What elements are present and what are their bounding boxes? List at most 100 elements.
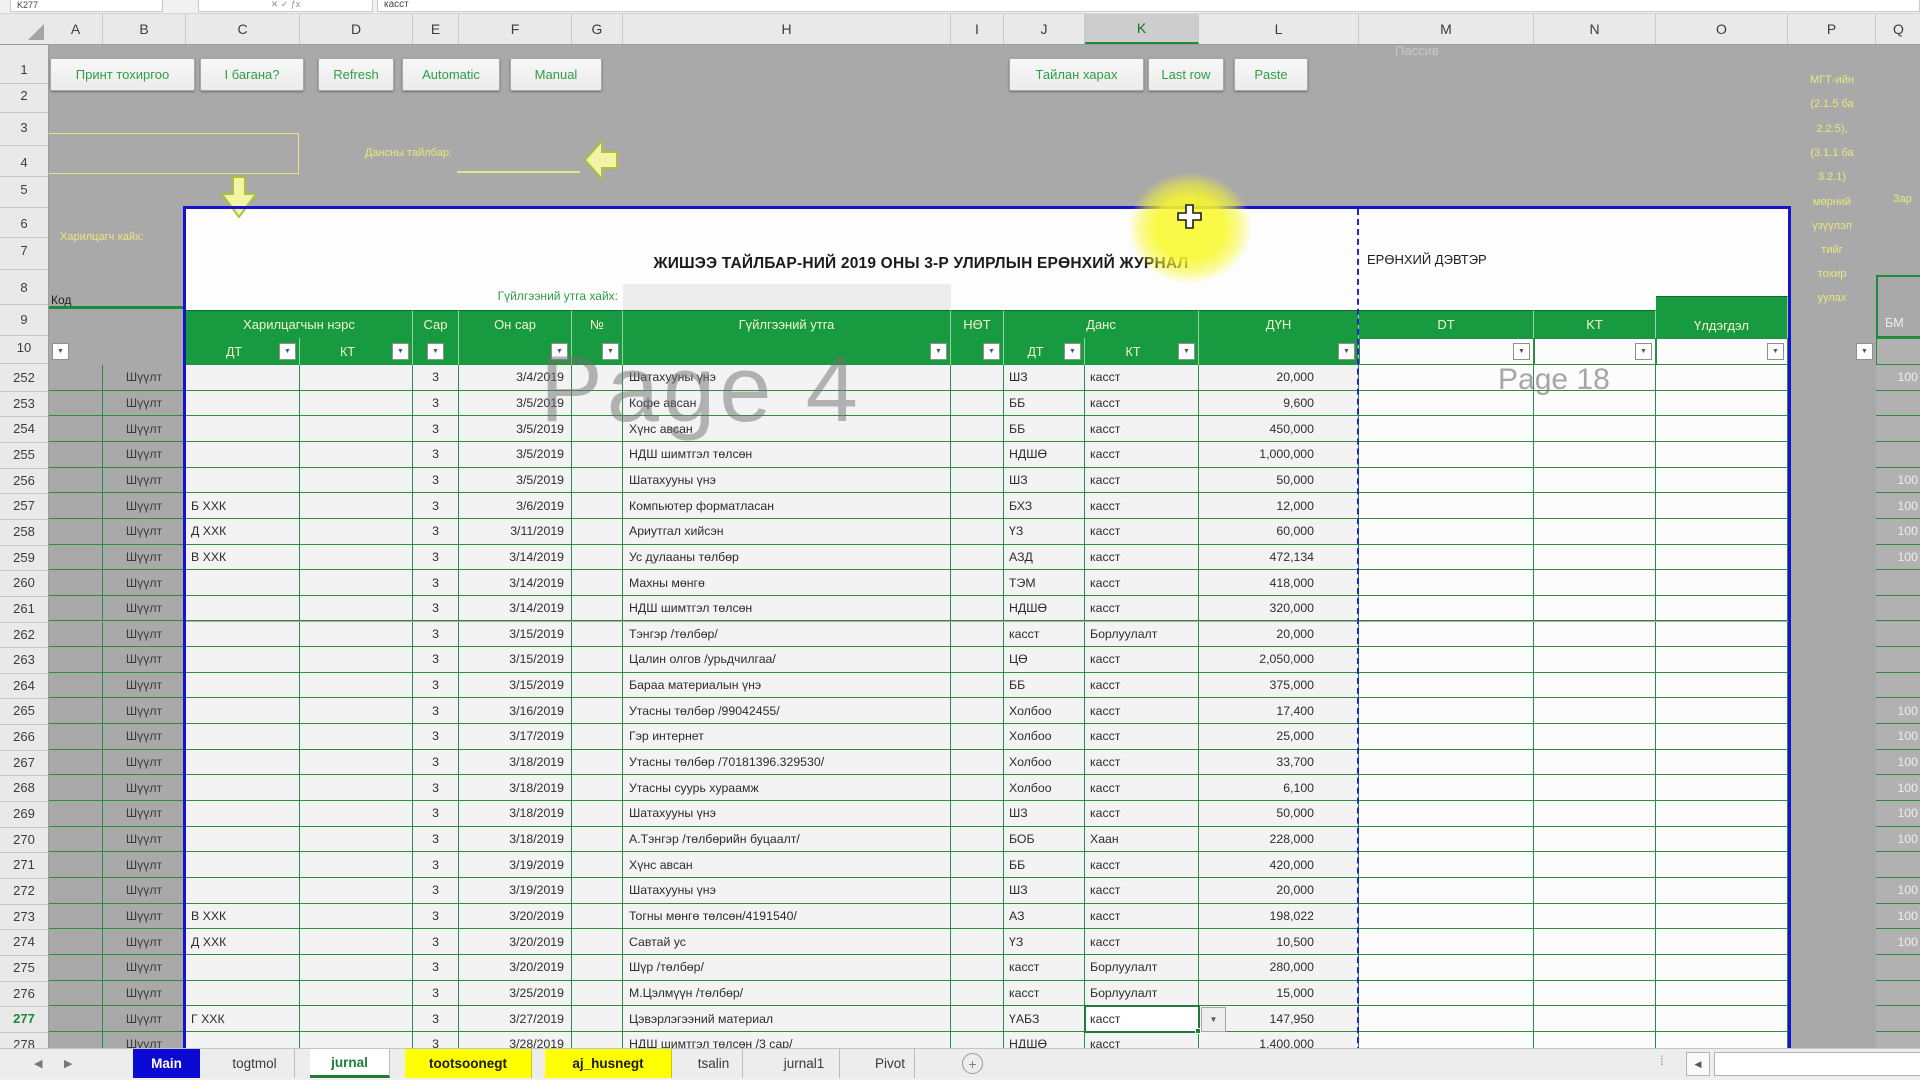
cell-B276[interactable]: Шүүлт <box>103 981 186 1007</box>
row-header-269[interactable]: 269 <box>0 806 48 821</box>
cell-D276[interactable] <box>300 981 413 1007</box>
cell-I258[interactable] <box>951 519 1004 545</box>
cell-O264[interactable] <box>1656 673 1788 699</box>
cell-A277[interactable] <box>49 1006 103 1032</box>
table-header-4[interactable]: № <box>572 310 623 338</box>
cell-B269[interactable]: Шүүлт <box>103 801 186 827</box>
cell-A256[interactable] <box>49 468 103 494</box>
cell-F270[interactable]: 3/18/2019 <box>459 827 572 853</box>
cell-C265[interactable] <box>186 698 300 724</box>
filter-dropdown-F[interactable]: ▼ <box>551 343 568 360</box>
cell-I274[interactable] <box>951 929 1004 955</box>
cell-B278[interactable]: Шүүлт <box>103 1032 186 1048</box>
cell-H271[interactable]: Хүнс авсан <box>623 852 951 878</box>
cell-Q276[interactable] <box>1876 981 1920 1007</box>
cell-B259[interactable]: Шүүлт <box>103 545 186 571</box>
row-header-266[interactable]: 266 <box>0 729 48 744</box>
cell-L259[interactable]: 472,134 <box>1199 545 1359 571</box>
cell-B263[interactable]: Шүүлт <box>103 647 186 673</box>
cell-N261[interactable] <box>1534 596 1656 622</box>
cell-C266[interactable] <box>186 724 300 750</box>
cell-C262[interactable] <box>186 622 300 648</box>
cell-F274[interactable]: 3/20/2019 <box>459 929 572 955</box>
cell-L266[interactable]: 25,000 <box>1199 724 1359 750</box>
hscroll-track[interactable] <box>1714 1052 1920 1076</box>
cell-F271[interactable]: 3/19/2019 <box>459 852 572 878</box>
filter-dropdown-D[interactable]: ▼ <box>392 343 409 360</box>
cell-M277[interactable] <box>1359 1006 1534 1032</box>
cell-I267[interactable] <box>951 750 1004 776</box>
column-header-B[interactable]: B <box>103 14 186 44</box>
cell-B272[interactable]: Шүүлт <box>103 878 186 904</box>
cell-F260[interactable]: 3/14/2019 <box>459 570 572 596</box>
cell-G255[interactable] <box>572 442 623 468</box>
sheet-canvas[interactable]: Пассив Page 4 Page 18 Дансны тайлбар: Ха… <box>0 45 1920 1048</box>
cell-B256[interactable]: Шүүлт <box>103 468 186 494</box>
cell-J253[interactable]: ББ <box>1004 391 1085 417</box>
cell-N256[interactable] <box>1534 468 1656 494</box>
cell-K272[interactable]: касст <box>1085 878 1199 904</box>
cell-K267[interactable]: касст <box>1085 750 1199 776</box>
cell-N253[interactable] <box>1534 391 1656 417</box>
cell-G267[interactable] <box>572 750 623 776</box>
cell-M257[interactable] <box>1359 493 1534 519</box>
cell-I265[interactable] <box>951 698 1004 724</box>
column-header-Q[interactable]: Q <box>1876 14 1920 44</box>
cell-M260[interactable] <box>1359 570 1534 596</box>
cell-L272[interactable]: 20,000 <box>1199 878 1359 904</box>
filter-dropdown-P[interactable]: ▼ <box>1856 343 1873 360</box>
cell-N274[interactable] <box>1534 929 1656 955</box>
cell-M259[interactable] <box>1359 545 1534 571</box>
cell-H254[interactable]: Хүнс авсан <box>623 416 951 442</box>
cell-J274[interactable]: ҮЗ <box>1004 929 1085 955</box>
cell-O257[interactable] <box>1656 493 1788 519</box>
filter-dropdown-M[interactable]: ▼ <box>1513 343 1530 360</box>
cell-C272[interactable] <box>186 878 300 904</box>
cell-I276[interactable] <box>951 981 1004 1007</box>
cell-H255[interactable]: НДШ шимтгэл төлсөн <box>623 442 951 468</box>
row-header-8[interactable]: 8 <box>0 280 48 295</box>
row-header-267[interactable]: 267 <box>0 755 48 770</box>
cell-M256[interactable] <box>1359 468 1534 494</box>
cell-K269[interactable]: касст <box>1085 801 1199 827</box>
cell-Q265[interactable]: 100 <box>1876 698 1920 724</box>
hscroll-left-arrow[interactable]: ◀ <box>1686 1052 1710 1076</box>
cell-L253[interactable]: 9,600 <box>1199 391 1359 417</box>
cell-K260[interactable]: касст <box>1085 570 1199 596</box>
cell-L271[interactable]: 420,000 <box>1199 852 1359 878</box>
cell-B264[interactable]: Шүүлт <box>103 673 186 699</box>
cell-C263[interactable] <box>186 647 300 673</box>
cell-B255[interactable]: Шүүлт <box>103 442 186 468</box>
cell-K252[interactable]: касст <box>1085 365 1199 391</box>
cell-B265[interactable]: Шүүлт <box>103 698 186 724</box>
row-header-270[interactable]: 270 <box>0 832 48 847</box>
cell-D256[interactable] <box>300 468 413 494</box>
name-box[interactable]: K277 <box>10 0 163 12</box>
cell-H258[interactable]: Ариутгал хийсэн <box>623 519 951 545</box>
row-header-9[interactable]: 9 <box>0 312 48 327</box>
sheet-tab-togtmol[interactable]: togtmol <box>215 1049 295 1078</box>
cell-Q275[interactable] <box>1876 955 1920 981</box>
cell-N275[interactable] <box>1534 955 1656 981</box>
cell-G272[interactable] <box>572 878 623 904</box>
cell-G273[interactable] <box>572 904 623 930</box>
cell-J272[interactable]: ШЗ <box>1004 878 1085 904</box>
cell-O253[interactable] <box>1656 391 1788 417</box>
cell-M276[interactable] <box>1359 981 1534 1007</box>
cell-I257[interactable] <box>951 493 1004 519</box>
cell-D265[interactable] <box>300 698 413 724</box>
cell-A261[interactable] <box>49 596 103 622</box>
cell-Q260[interactable] <box>1876 570 1920 596</box>
cell-E261[interactable]: 3 <box>413 596 459 622</box>
filter-dropdown-N[interactable]: ▼ <box>1635 343 1652 360</box>
cell-A268[interactable] <box>49 775 103 801</box>
cell-F278[interactable]: 3/28/2019 <box>459 1032 572 1048</box>
cell-F255[interactable]: 3/5/2019 <box>459 442 572 468</box>
q-filter-cell[interactable] <box>1876 338 1920 365</box>
table-header-5[interactable]: Гүйлгээний утга <box>623 310 951 338</box>
cell-K258[interactable]: касст <box>1085 519 1199 545</box>
cell-Q255[interactable] <box>1876 442 1920 468</box>
cell-B267[interactable]: Шүүлт <box>103 750 186 776</box>
cell-F261[interactable]: 3/14/2019 <box>459 596 572 622</box>
cell-H253[interactable]: Кофе авсан <box>623 391 951 417</box>
